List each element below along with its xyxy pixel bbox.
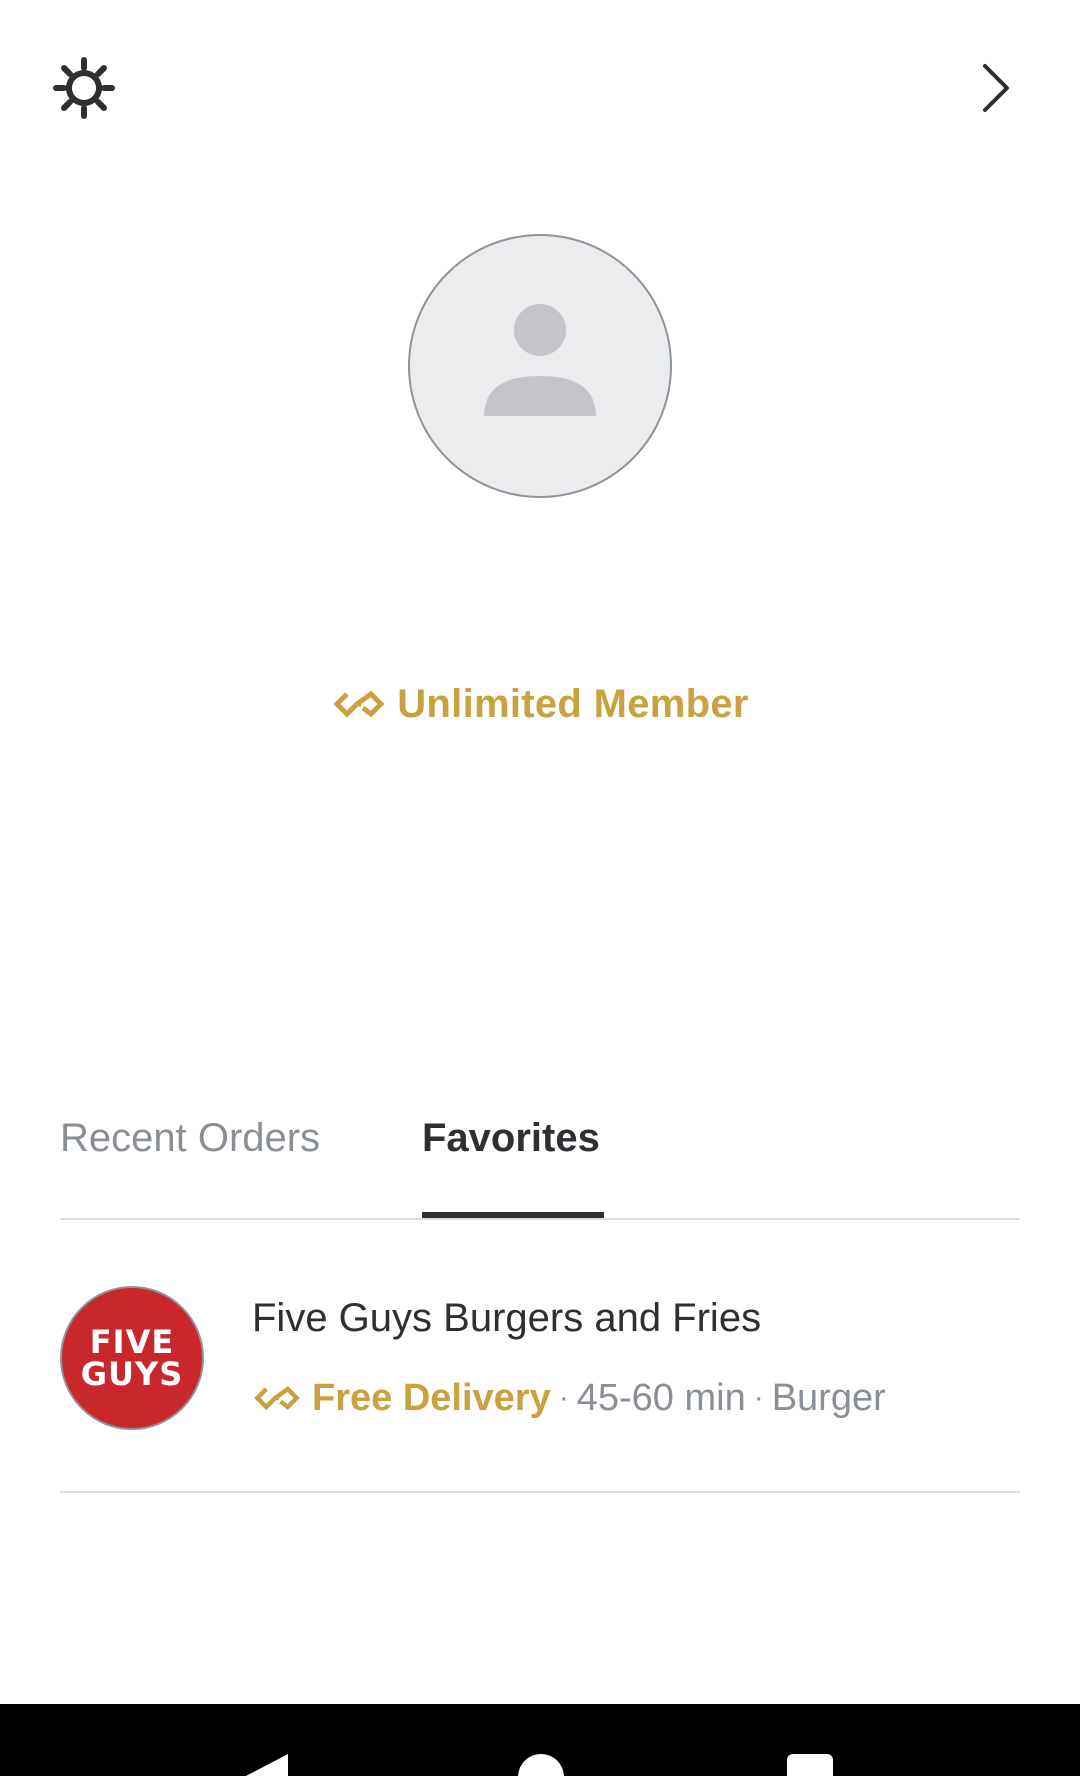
system-nav-bar <box>0 1704 1080 1776</box>
dashpass-icon <box>254 1386 300 1411</box>
tabs-divider <box>60 1218 1020 1220</box>
store-logo: FIVE GUYS <box>60 1286 204 1430</box>
home-circle-icon[interactable] <box>518 1754 564 1776</box>
profile-details-button[interactable] <box>968 52 1022 124</box>
gear-icon <box>53 57 115 119</box>
profile-tabs: Recent Orders Favorites <box>60 1100 1020 1220</box>
delivery-time: 45-60 min <box>576 1376 746 1419</box>
store-logo-text-line2: GUYS <box>80 1355 184 1393</box>
store-logo-text-line1: FIVE <box>89 1323 175 1361</box>
tab-recent-orders-label: Recent Orders <box>60 1116 321 1160</box>
chevron-right-icon <box>983 64 1009 112</box>
store-name: Five Guys Burgers and Fries <box>252 1296 762 1340</box>
recents-square-icon[interactable] <box>787 1754 833 1776</box>
favorite-store-row[interactable]: FIVE GUYS Five Guys Burgers and Fries Fr… <box>60 1240 1020 1490</box>
separator-dot: · <box>558 1381 569 1414</box>
avatar[interactable] <box>408 234 672 498</box>
separator-dot: · <box>753 1381 764 1414</box>
user-name <box>0 600 1080 640</box>
tab-recent-orders[interactable]: Recent Orders <box>60 1100 330 1220</box>
back-triangle-icon[interactable] <box>240 1754 290 1776</box>
dashpass-icon <box>333 690 385 718</box>
profile-screen: Unlimited Member Recent Orders Favorites… <box>0 0 1080 1776</box>
cuisine-label: Burger <box>771 1376 886 1419</box>
membership-badge: Unlimited Member <box>0 676 1080 732</box>
settings-button[interactable] <box>48 52 120 124</box>
person-placeholder-icon <box>484 304 596 416</box>
membership-label: Unlimited Member <box>397 681 749 726</box>
row-divider <box>60 1491 1020 1493</box>
free-delivery-label: Free Delivery <box>312 1376 551 1419</box>
tab-favorites[interactable]: Favorites <box>422 1100 604 1220</box>
store-meta: Free Delivery · 45-60 min · Burger <box>252 1370 886 1426</box>
tab-favorites-label: Favorites <box>422 1116 600 1160</box>
